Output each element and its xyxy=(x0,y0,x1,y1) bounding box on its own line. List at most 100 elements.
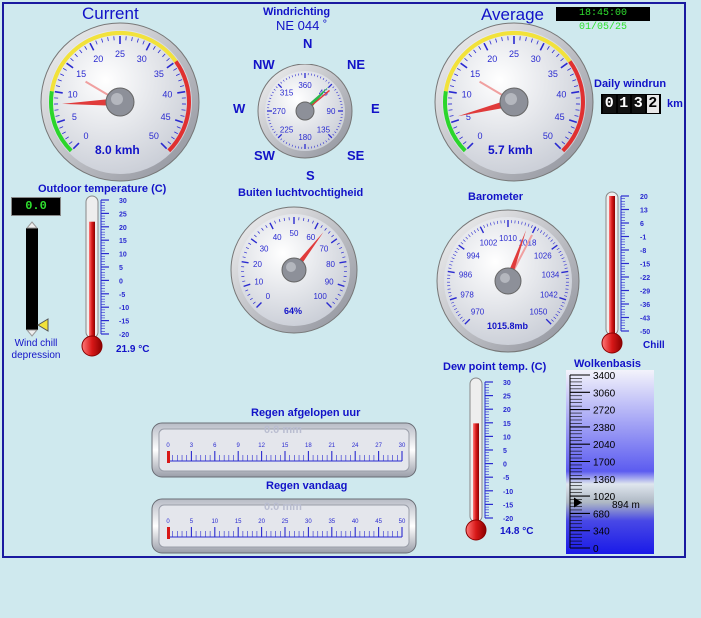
windrun-digit: 3 xyxy=(632,95,645,113)
barometer-gauge: 9709789869941002101010181026103410421050 xyxy=(436,209,580,353)
cloud-base-tick-label: 1360 xyxy=(593,475,616,486)
thermometer-bulb xyxy=(81,335,103,357)
thermometer-bulb xyxy=(601,332,623,354)
compass-ne: NE xyxy=(347,57,366,72)
rain-gauge-tick-label: 18 xyxy=(305,443,312,449)
thermometer-tick-label: 30 xyxy=(503,380,511,387)
barometer-hub-highlight xyxy=(500,273,510,283)
thermometer-tick-label: -22 xyxy=(640,275,650,282)
humidity-tick-label: 30 xyxy=(260,244,269,253)
gauge-tick-label: 30 xyxy=(137,54,147,64)
windrun-digit: 0 xyxy=(603,95,616,113)
cloud-base-tick-label: 2040 xyxy=(593,440,616,451)
cloud-base-tick-label: 340 xyxy=(593,527,610,538)
cloud-base-readout: 894 m xyxy=(612,500,640,511)
wind-chill-value: 0.0 xyxy=(11,197,61,216)
compass-se: SE xyxy=(347,148,365,163)
thermometer-tick-label: 20 xyxy=(119,225,127,232)
gauge-tick-label: 40 xyxy=(556,89,566,99)
thermometer-tick-label: 30 xyxy=(119,198,127,205)
gauge-tick-label: 30 xyxy=(531,54,541,64)
cloud-base-tick-label: 680 xyxy=(593,509,610,520)
current-speed-readout: 8.0 kmh xyxy=(95,143,140,157)
dew-point-thermometer: 30 25 20 15 10 5 0 -5 -10 -15 -20 xyxy=(465,377,513,541)
barometer-readout: 1015.8mb xyxy=(487,321,529,331)
humidity-tick-label: 40 xyxy=(273,233,282,242)
rain-gauge-tick-label: 10 xyxy=(211,519,218,525)
barometer-tick-label: 1010 xyxy=(499,234,517,243)
cloud-base-title: Wolkenbasis xyxy=(574,358,642,370)
thermometer-tick-label: 25 xyxy=(119,211,127,218)
rain-gauge-fill xyxy=(167,451,170,463)
rain-hour-title: Regen afgelopen uur xyxy=(251,407,361,419)
barometer-tick-label: 994 xyxy=(467,252,481,261)
gauge-hub-highlight xyxy=(505,93,517,105)
humidity-tick-label: 10 xyxy=(254,277,263,286)
barometer-title: Barometer xyxy=(468,191,524,203)
average-speed-gauge: 05101520253035404550 xyxy=(434,22,594,182)
gauge-tick xyxy=(575,109,580,111)
thermometer-fill xyxy=(473,423,479,524)
thermometer-tick-label: -36 xyxy=(640,302,650,309)
barometer-tick-label: 1002 xyxy=(480,239,498,248)
humidity-tick-label: 80 xyxy=(326,260,335,269)
gauge-tick-label: 0 xyxy=(478,131,483,141)
compass-s: S xyxy=(306,168,315,183)
rain-gauge-tick-label: 27 xyxy=(375,443,382,449)
wind-direction-gauge: 3604590135180225270315 xyxy=(257,64,353,159)
barometer-tick-label: 978 xyxy=(460,290,474,299)
daily-windrun-title: Daily windrun xyxy=(594,78,667,90)
wind-chill-label: Wind chill depression xyxy=(11,338,61,361)
datetime-display: 18:45:00 01/05/25 xyxy=(556,7,650,33)
thermometer-tick-label: 6 xyxy=(640,221,644,228)
gauge-tick-label: 20 xyxy=(487,54,497,64)
compass-sw: SW xyxy=(254,148,275,163)
barometer-tick-label: 1026 xyxy=(534,252,552,261)
thermometer-tick-label: 20 xyxy=(503,407,511,414)
thermometer-tick-label: 15 xyxy=(503,421,511,428)
gauge-tick-label: 15 xyxy=(76,69,86,79)
gauge-tick-label: 15 xyxy=(470,69,480,79)
gauge-tick-label: 45 xyxy=(161,112,171,122)
wind-direction-readout: NE 044 ˚ xyxy=(276,18,328,33)
average-speed-readout: 5.7 kmh xyxy=(488,143,533,157)
thermometer-tick-label: -10 xyxy=(119,305,129,312)
gauge-tick xyxy=(181,109,186,111)
gauge-hub-highlight xyxy=(111,93,123,105)
rain-gauge-tick-label: 15 xyxy=(282,443,289,449)
thermometer-tick-label: 13 xyxy=(640,208,648,215)
thermometer-tick-label: 0 xyxy=(119,278,123,285)
barometer-tick-label: 1050 xyxy=(530,307,548,316)
compass-tick-label: 225 xyxy=(280,125,294,134)
cloud-base-gauge: 340030602720238020401700136010206803400 xyxy=(566,370,654,555)
thermometer-fill xyxy=(89,221,95,340)
compass-n: N xyxy=(303,36,313,51)
thermometer-tick-label: 25 xyxy=(503,394,511,401)
dew-point-title: Dew point temp. (C) xyxy=(443,361,547,373)
thermometer-tick-label: -5 xyxy=(119,292,125,299)
rain-today-readout: 0.0 mm xyxy=(264,501,302,513)
rain-gauge-tick-label: 30 xyxy=(305,519,312,525)
wind-direction-title: Windrichting xyxy=(263,6,331,18)
rain-gauge-tick-label: 50 xyxy=(399,519,406,525)
gauge-tick-label: 25 xyxy=(509,49,519,59)
humidity-hub-highlight xyxy=(286,262,296,272)
thermometer-tick-label: -20 xyxy=(119,332,129,339)
thermometer-tick-label: 0 xyxy=(503,462,507,469)
windrun-digit: 2 xyxy=(646,95,659,113)
humidity-tick-label: 90 xyxy=(325,277,334,286)
rain-gauge-tick-label: 21 xyxy=(328,443,335,449)
gauge-tick-label: 10 xyxy=(462,89,472,99)
thermometer-tick-label: -1 xyxy=(640,235,646,242)
outdoor-thermometer: 30 25 20 15 10 5 0 -5 -10 -15 -20 xyxy=(81,195,129,357)
thermometer-tick-label: -10 xyxy=(503,489,513,496)
rain-gauge-tick-label: 20 xyxy=(258,519,265,525)
rain-gauge-tick-label: 24 xyxy=(352,443,359,449)
rain-gauge-fill xyxy=(167,527,170,539)
cloud-base-tick-label: 3400 xyxy=(593,371,616,382)
thermometer-tick-label: -15 xyxy=(119,319,129,326)
compass-w: W xyxy=(233,101,246,116)
rain-gauge-tick-label: 35 xyxy=(328,519,335,525)
humidity-tick-label: 0 xyxy=(266,292,271,301)
chill-thermometer: 20 13 6 -1 -8 -15 -22 -29 -36 -43 -50 xyxy=(601,191,650,354)
